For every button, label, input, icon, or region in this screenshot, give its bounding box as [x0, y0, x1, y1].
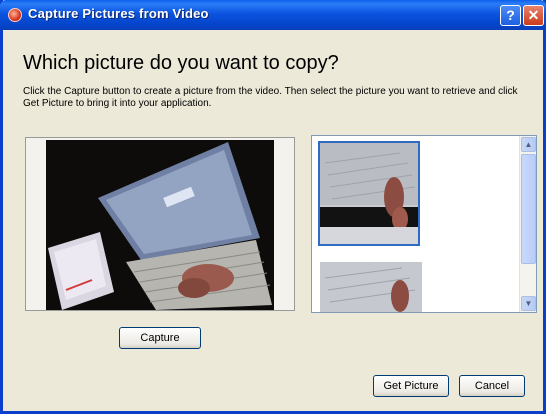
thumbnail-scrollbar[interactable]: ▲ ▼ [519, 136, 536, 312]
video-frame-image [46, 140, 274, 310]
captured-pictures-list[interactable]: ▲ ▼ [311, 135, 537, 313]
cancel-button[interactable]: Cancel [459, 375, 525, 397]
scroll-up-icon[interactable]: ▲ [521, 137, 536, 152]
capture-button[interactable]: Capture [119, 327, 201, 349]
thumbnail-image [320, 143, 418, 244]
scrollbar-thumb[interactable] [521, 154, 536, 264]
close-button[interactable]: ✕ [523, 5, 544, 26]
dialog-heading: Which picture do you want to copy? [23, 52, 339, 74]
app-icon [8, 8, 22, 22]
scroll-down-icon[interactable]: ▼ [521, 296, 536, 311]
get-picture-button[interactable]: Get Picture [373, 375, 449, 397]
instructions-text: Click the Capture button to create a pic… [23, 86, 518, 109]
thumbnail-image [320, 262, 422, 312]
window-title: Capture Pictures from Video [28, 6, 209, 21]
picture-thumbnail[interactable] [318, 141, 420, 246]
live-video-preview [46, 140, 274, 310]
title-bar[interactable]: Capture Pictures from Video ? ✕ [0, 0, 546, 30]
capture-dialog: Capture Pictures from Video ? ✕ Which pi… [0, 0, 546, 414]
help-button[interactable]: ? [500, 5, 521, 26]
picture-thumbnail[interactable] [320, 262, 422, 312]
video-preview-pane [25, 137, 295, 311]
